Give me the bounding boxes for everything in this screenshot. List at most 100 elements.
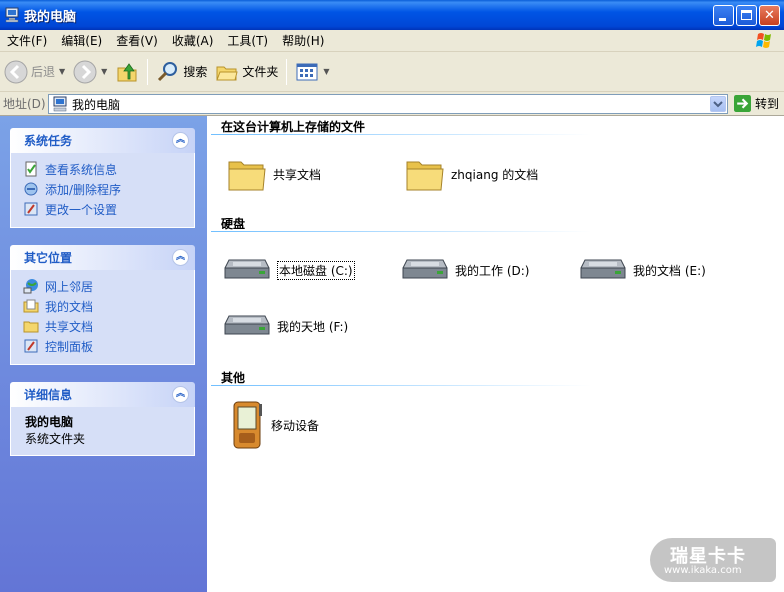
back-button[interactable]: 后退 ▼: [0, 55, 69, 89]
search-icon: [158, 61, 178, 81]
place-label: 我的文档: [45, 299, 94, 314]
item-label: 本地磁盘 (C:): [277, 260, 355, 280]
add-remove-programs-icon: [24, 182, 38, 196]
main-content: 在这台计算机上存储的文件 共享文档 zhqiang 的文档 硬盘 本地磁盘 (C…: [207, 116, 784, 592]
back-arrow-icon: [4, 60, 28, 83]
section-heading-stored-files: 在这台计算机上存储的文件: [221, 120, 366, 134]
section-divider: [211, 231, 591, 232]
details-panel: 详细信息 ︽ 我的电脑 系统文件夹: [10, 382, 195, 456]
task-label: 查看系统信息: [45, 162, 118, 177]
drive-d[interactable]: 我的工作 (D:): [401, 256, 529, 284]
details-type: 系统文件夹: [25, 432, 86, 446]
control-panel-icon: [24, 202, 38, 216]
close-button[interactable]: ✕: [759, 5, 780, 26]
details-header[interactable]: 详细信息 ︽: [10, 382, 195, 407]
address-dropdown-button[interactable]: [710, 96, 726, 112]
chevron-down-icon: [713, 101, 723, 108]
details-name: 我的电脑: [25, 415, 74, 429]
toolbar-separator: [286, 58, 288, 85]
task-change-setting[interactable]: 更改一个设置: [23, 199, 194, 219]
collapse-icon[interactable]: ︽: [172, 249, 189, 266]
section-divider: [211, 134, 591, 135]
drive-e[interactable]: 我的文档 (E:): [579, 256, 706, 284]
folder-icon: [23, 321, 39, 333]
collapse-icon[interactable]: ︽: [172, 132, 189, 149]
folders-label: 文件夹: [242, 65, 279, 79]
hard-drive-icon: [402, 259, 448, 279]
menu-bar: 文件(F) 编辑(E) 查看(V) 收藏(A) 工具(T) 帮助(H): [0, 30, 784, 52]
hard-drive-icon: [224, 259, 270, 279]
menu-file[interactable]: 文件(F): [0, 30, 54, 52]
my-computer-icon: [5, 7, 19, 23]
back-label: 后退: [31, 65, 56, 79]
menu-view[interactable]: 查看(V): [109, 30, 165, 52]
task-pane: 系统任务 ︽ 查看系统信息 添加/删除程序 更改一个设置 其它位置 ︽ 网上邻居…: [0, 116, 207, 592]
item-label: zhqiang 的文档: [451, 167, 539, 182]
system-tasks-panel: 系统任务 ︽ 查看系统信息 添加/删除程序 更改一个设置: [10, 128, 195, 228]
go-arrow-icon: [734, 95, 751, 112]
system-tasks-body: 查看系统信息 添加/删除程序 更改一个设置: [10, 153, 195, 228]
views-button[interactable]: ▼: [291, 55, 333, 89]
network-icon: [23, 279, 38, 294]
watermark-logo: 瑞星卡卡 www.ikaka.com: [650, 538, 776, 582]
item-label: 我的天地 (F:): [277, 319, 349, 334]
toolbar: 后退 ▼ ▼ 搜索 文件夹 ▼: [0, 52, 784, 92]
place-network[interactable]: 网上邻居: [23, 276, 194, 296]
menu-edit[interactable]: 编辑(E): [54, 30, 109, 52]
address-bar: 地址(D) 我的电脑 转到: [0, 92, 784, 116]
section-heading-other: 其他: [221, 371, 246, 385]
item-label: 我的工作 (D:): [455, 263, 530, 278]
folder-up-icon: [117, 62, 137, 81]
drive-c[interactable]: 本地磁盘 (C:): [223, 256, 355, 284]
drive-f[interactable]: 我的天地 (F:): [223, 312, 348, 340]
go-label: 转到: [755, 97, 780, 111]
menu-help[interactable]: 帮助(H): [275, 30, 331, 52]
folder-icon: [406, 161, 444, 191]
menu-tools[interactable]: 工具(T): [220, 30, 275, 52]
folder-icon: [228, 161, 266, 191]
item-label: 共享文档: [273, 167, 322, 182]
back-dropdown-icon[interactable]: ▼: [59, 67, 65, 76]
views-dropdown-icon[interactable]: ▼: [323, 67, 329, 76]
address-input[interactable]: 我的电脑: [48, 94, 728, 114]
search-button[interactable]: 搜索: [152, 55, 211, 89]
hard-drive-icon: [580, 259, 626, 279]
place-shared-documents[interactable]: 共享文档: [23, 316, 194, 336]
portable-device[interactable]: 移动设备: [231, 400, 319, 450]
place-control-panel[interactable]: 控制面板: [23, 336, 194, 356]
address-label: 地址(D): [3, 97, 46, 111]
other-places-body: 网上邻居 我的文档 共享文档 控制面板: [10, 270, 195, 365]
close-icon: ✕: [764, 8, 775, 23]
watermark-url: www.ikaka.com: [664, 565, 742, 576]
other-places-header[interactable]: 其它位置 ︽: [10, 245, 195, 270]
item-label: 移动设备: [271, 418, 320, 433]
other-places-title: 其它位置: [24, 251, 73, 265]
go-button[interactable]: 转到: [734, 95, 779, 112]
item-label: 我的文档 (E:): [633, 263, 706, 278]
minimize-button[interactable]: [713, 5, 734, 26]
folder-user-documents[interactable]: zhqiang 的文档: [405, 154, 538, 194]
collapse-icon[interactable]: ︽: [172, 386, 189, 403]
forward-dropdown-icon[interactable]: ▼: [101, 67, 107, 76]
system-tasks-header[interactable]: 系统任务 ︽: [10, 128, 195, 153]
folders-icon: [216, 66, 238, 80]
maximize-button[interactable]: [736, 5, 757, 26]
search-label: 搜索: [183, 65, 208, 79]
forward-button[interactable]: ▼: [69, 55, 111, 89]
folder-shared-documents[interactable]: 共享文档: [227, 154, 321, 194]
title-bar: 我的电脑 ✕: [0, 0, 784, 30]
maximize-icon: [741, 10, 752, 20]
details-body: 我的电脑 系统文件夹: [10, 407, 195, 456]
task-add-remove-programs[interactable]: 添加/删除程序: [23, 179, 194, 199]
system-tasks-title: 系统任务: [24, 134, 73, 148]
place-label: 共享文档: [45, 319, 94, 334]
forward-arrow-icon: [73, 60, 97, 83]
control-panel-icon: [24, 339, 38, 353]
menu-favorites[interactable]: 收藏(A): [165, 30, 221, 52]
my-documents-icon: [23, 299, 39, 313]
hard-drive-icon: [224, 315, 270, 335]
place-my-documents[interactable]: 我的文档: [23, 296, 194, 316]
folders-button[interactable]: 文件夹: [211, 55, 282, 89]
task-view-system-info[interactable]: 查看系统信息: [23, 159, 194, 179]
up-button[interactable]: [111, 55, 143, 89]
